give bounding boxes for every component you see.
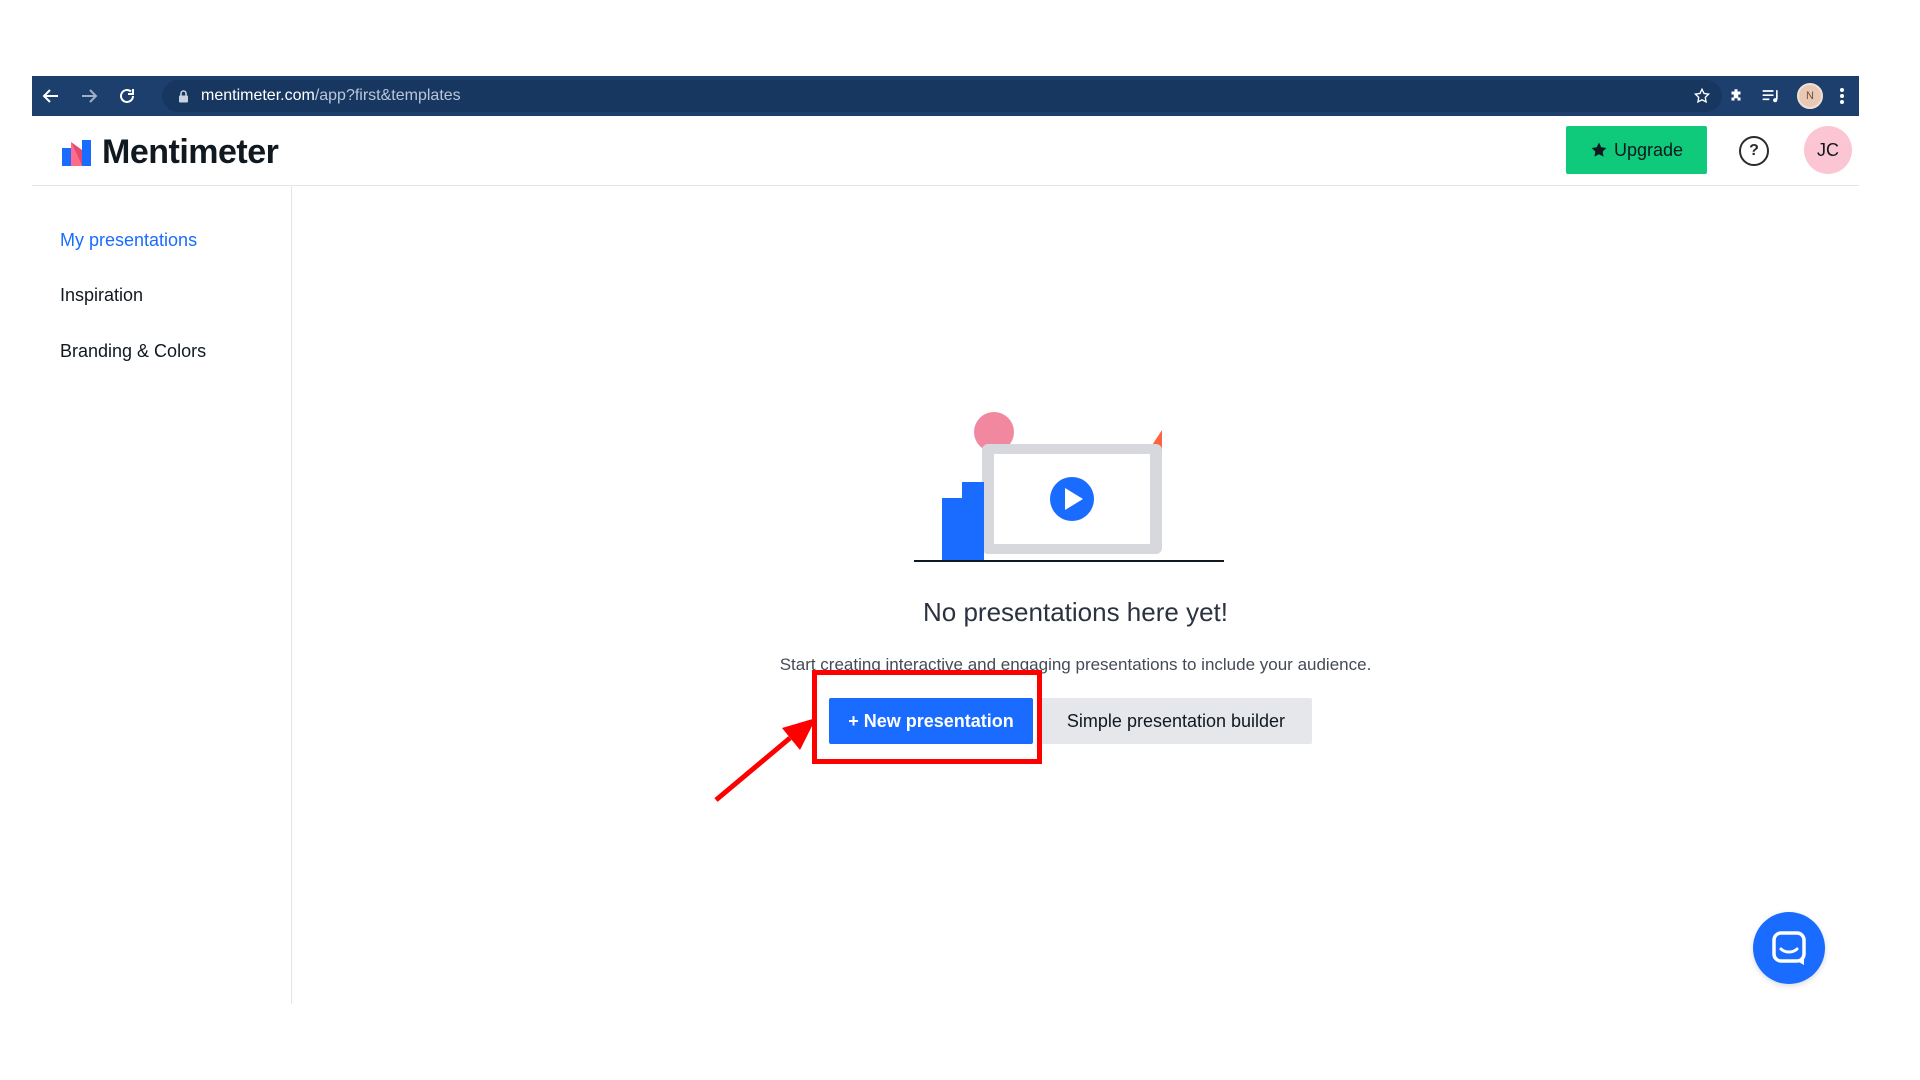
address-bar[interactable]: mentimeter.com/app?first&templates [162, 80, 1722, 112]
reading-list-icon[interactable] [1761, 87, 1781, 105]
menu-icon[interactable] [1839, 87, 1845, 105]
forward-button[interactable] [70, 76, 108, 116]
url-text: mentimeter.com/app?first&templates [201, 87, 461, 105]
back-icon [42, 89, 58, 103]
browser-actions: N [1693, 76, 1845, 116]
chat-icon [1772, 931, 1806, 965]
star-filled-icon [1591, 142, 1607, 157]
avatar[interactable]: JC [1804, 126, 1852, 174]
app-header: Mentimeter Upgrade ? JC [32, 116, 1859, 186]
annotation-highlight-box [812, 670, 1042, 764]
url-path: /app?first&templates [314, 87, 461, 104]
url-domain: mentimeter.com [201, 87, 315, 104]
logo-text: Mentimeter [102, 133, 279, 171]
main-content: No presentations here yet! Start creatin… [292, 186, 1859, 1004]
extensions-icon[interactable] [1727, 87, 1745, 105]
lock-icon [179, 89, 188, 102]
browser-toolbar: mentimeter.com/app?first&templates N [32, 76, 1859, 116]
sidebar-item-branding-colors[interactable]: Branding & Colors [60, 341, 206, 362]
sidebar: My presentations Inspiration Branding & … [32, 186, 292, 1004]
forward-icon [82, 89, 98, 103]
upgrade-button[interactable]: Upgrade [1566, 126, 1707, 174]
mentimeter-logo[interactable]: Mentimeter [62, 133, 279, 172]
simple-presentation-builder-button[interactable]: Simple presentation builder [1040, 698, 1312, 744]
profile-icon[interactable]: N [1797, 83, 1823, 109]
annotation-arrow-icon [714, 718, 816, 802]
empty-state-illustration [914, 412, 1224, 562]
empty-state-title: No presentations here yet! [923, 597, 1228, 627]
empty-state-description: Start creating interactive and engaging … [779, 655, 1372, 674]
chat-support-button[interactable] [1753, 912, 1825, 984]
reload-icon [120, 88, 134, 103]
sidebar-item-my-presentations[interactable]: My presentations [60, 230, 197, 251]
upgrade-label: Upgrade [1613, 139, 1684, 160]
reload-button[interactable] [108, 76, 146, 116]
help-icon[interactable]: ? [1739, 136, 1769, 166]
star-icon[interactable] [1693, 87, 1711, 105]
logo-icon [62, 139, 91, 166]
back-button[interactable] [32, 76, 70, 116]
sidebar-item-inspiration[interactable]: Inspiration [60, 285, 143, 306]
